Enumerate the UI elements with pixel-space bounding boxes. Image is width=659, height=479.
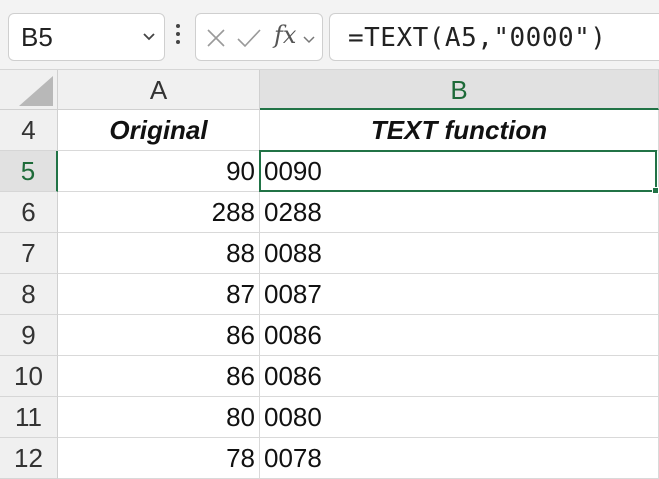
chevron-down-icon[interactable] [303,31,315,49]
cell-a[interactable]: 80 [58,397,260,438]
cell-b[interactable]: 0080 [260,397,659,438]
row-header[interactable]: 11 [0,397,58,438]
row-header[interactable]: 4 [0,110,58,151]
cell-a[interactable]: 87 [58,274,260,315]
cell-b[interactable]: 0288 [260,192,659,233]
row-header[interactable]: 6 [0,192,58,233]
formula-input[interactable]: =TEXT(A5,"0000") [329,13,659,61]
cell-a[interactable]: 78 [58,438,260,479]
cell-a[interactable]: Original [58,110,260,151]
cell-b[interactable]: 0078 [260,438,659,479]
enter-check-icon[interactable] [236,27,262,54]
select-all-corner[interactable] [0,70,58,110]
table-row: 9 86 0086 [0,315,659,356]
formula-toolbar: B5 fx =TEXT(A5,"0000") [0,0,659,70]
worksheet-grid[interactable]: A B 4 Original TEXT function 5 90 0090 6 288 028… [0,70,659,479]
table-row: 5 90 0090 [0,151,659,192]
cell-a[interactable]: 86 [58,356,260,397]
table-row: 7 88 0088 [0,233,659,274]
table-row: 11 80 0080 [0,397,659,438]
cell-b[interactable]: 0088 [260,233,659,274]
table-row: 10 86 0086 [0,356,659,397]
row-header[interactable]: 8 [0,274,58,315]
table-row: 8 87 0087 [0,274,659,315]
row-header[interactable]: 5 [0,151,58,192]
row-header[interactable]: 10 [0,356,58,397]
chevron-down-icon[interactable] [142,29,156,47]
table-row: 12 78 0078 [0,438,659,479]
row-header[interactable]: 7 [0,233,58,274]
cancel-icon[interactable] [204,26,228,55]
cell-a[interactable]: 88 [58,233,260,274]
cell-b[interactable]: 0087 [260,274,659,315]
cell-b[interactable]: 0086 [260,356,659,397]
table-row: 4 Original TEXT function [0,110,659,151]
cell-a[interactable]: 288 [58,192,260,233]
insert-function-icon[interactable]: fx [274,21,296,49]
name-box-value[interactable]: B5 [21,22,53,53]
cell-b[interactable]: 0090 [260,151,659,192]
name-box[interactable]: B5 [8,13,165,61]
table-row: 6 288 0288 [0,192,659,233]
formula-buttons: fx [195,13,323,61]
cell-a[interactable]: 90 [58,151,260,192]
cell-b[interactable]: 0086 [260,315,659,356]
fill-handle[interactable] [652,187,659,194]
column-header-b[interactable]: B [260,70,659,110]
row-header[interactable]: 9 [0,315,58,356]
cell-a[interactable]: 86 [58,315,260,356]
column-header-a[interactable]: A [58,70,260,110]
row-header[interactable]: 12 [0,438,58,479]
formula-text[interactable]: =TEXT(A5,"0000") [348,23,606,53]
cell-b[interactable]: TEXT function [260,110,659,151]
more-options-icon[interactable] [174,24,182,48]
